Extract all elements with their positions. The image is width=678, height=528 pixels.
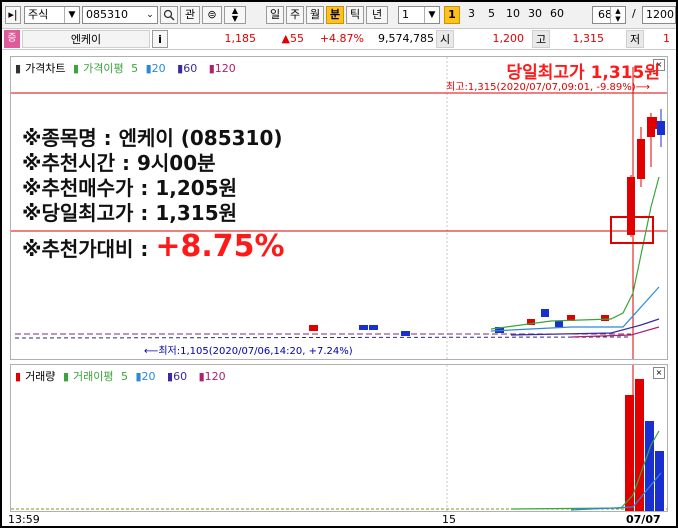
interval-select[interactable]: 1 ▼ (398, 6, 440, 24)
axis-mid-label: 15 (442, 513, 456, 526)
trade-volume: 9,574,785 (378, 32, 434, 45)
change-percent: +4.87% (319, 32, 364, 45)
axis-end-label: 07/07 (626, 513, 661, 526)
chevron-down-icon[interactable]: ⌄ (143, 7, 157, 23)
high-price: 1,315 (572, 32, 605, 45)
period-tick[interactable]: 틱 (346, 6, 364, 24)
axis-start-label: 13:59 (8, 513, 40, 526)
stock-code-input[interactable]: 085310 ⌄ (82, 6, 158, 24)
annot-line-compare: ※추천가대비 : +8.75% (22, 232, 285, 262)
zoom-stepper[interactable]: 68 ▲ ▼ (592, 6, 626, 24)
volume-chart-canvas (11, 365, 667, 511)
minute-60-button[interactable]: 60 (550, 6, 568, 24)
minute-5-button[interactable]: 5 (488, 6, 500, 24)
low-price: 1 (663, 32, 670, 45)
annot-line-time: ※추천시간 : 9시00분 (22, 151, 216, 175)
total-bars-input[interactable]: 1200 (642, 6, 676, 24)
stock-code-value: 085310 (86, 8, 128, 21)
open-price: 1,200 (492, 32, 525, 45)
stepper-icon[interactable]: ▲ ▼ (610, 7, 625, 23)
price-change: ▲55 (281, 32, 304, 45)
menu-grip-icon[interactable]: ▸| (5, 6, 21, 24)
separator-slash: / (632, 7, 636, 20)
ma20-line (490, 286, 660, 332)
volume-chart-panel[interactable]: ▮ 거래량 ▮ 거래이평 5 ▮20 ▮60 ▮120 × (10, 364, 668, 512)
period-week[interactable]: 주 (286, 6, 304, 24)
link-button[interactable]: ⊜ (202, 6, 222, 24)
recommendation-annotation: ※종목명 : 엔케이 (085310) ※추천시간 : 9시00분 ※추천매수가… (22, 126, 285, 262)
stepper-button[interactable]: ▲ ▼ (224, 6, 246, 24)
period-month[interactable]: 월 (306, 6, 324, 24)
chevron-down-icon[interactable]: ▼ (64, 7, 79, 23)
period-minute[interactable]: 분 (326, 6, 344, 24)
time-axis: 13:59 15 07/07 (2, 513, 676, 526)
annot-line-stock: ※종목명 : 엔케이 (085310) (22, 126, 283, 150)
market-type-value: 주식 (28, 8, 49, 21)
annot-line-buy: ※추천매수가 : 1,205원 (22, 176, 238, 200)
high-label: 고 (532, 30, 550, 48)
chevron-down-icon[interactable]: ▼ (424, 7, 439, 23)
watchlist-button[interactable]: 관 (180, 6, 200, 24)
minute-3-button[interactable]: 3 (468, 6, 480, 24)
volume-bars (625, 379, 664, 511)
interval-value: 1 (402, 8, 409, 21)
open-label: 시 (436, 30, 454, 48)
current-price: 1,185 (224, 32, 257, 45)
period-day[interactable]: 일 (266, 6, 284, 24)
minute-30-button[interactable]: 30 (528, 6, 546, 24)
search-button[interactable] (160, 6, 178, 24)
search-icon (163, 9, 175, 21)
stock-name[interactable]: 엔케이 (22, 30, 150, 48)
market-type-select[interactable]: 주식 ▼ (24, 6, 80, 24)
toolbar: ▸| 주식 ▼ 085310 ⌄ 관 ⊜ ▲ ▼ 일 주 월 분 틱 년 1 ▼ … (2, 2, 676, 29)
low-marker: ⟵최저:1,105(2020/07/06,14:20, +7.24%) (144, 346, 353, 357)
stock-badge: 증 (4, 30, 20, 48)
period-year[interactable]: 년 (366, 6, 388, 24)
compare-label: ※추천가대비 : (22, 237, 156, 261)
minute-10-button[interactable]: 10 (506, 6, 524, 24)
quote-bar: 증 엔케이 i 1,185 ▲55 +4.87% 9,574,785 시 1,2… (2, 29, 676, 50)
chart-window: ▸| 주식 ▼ 085310 ⌄ 관 ⊜ ▲ ▼ 일 주 월 분 틱 년 1 ▼ … (2, 2, 676, 526)
total-bars-value: 1200 (646, 8, 674, 21)
small-candles (309, 309, 609, 336)
info-button[interactable]: i (152, 30, 168, 48)
link-icon: ⊜ (207, 8, 217, 21)
low-label: 저 (626, 30, 644, 48)
high-marker: 최고:1,315(2020/07/07,09:01, -9.89%)⟶ (446, 82, 650, 93)
minute-1-button[interactable]: 1 (444, 6, 460, 24)
compare-value: +8.75% (155, 229, 285, 264)
annot-line-high: ※당일최고가 : 1,315원 (22, 201, 238, 225)
